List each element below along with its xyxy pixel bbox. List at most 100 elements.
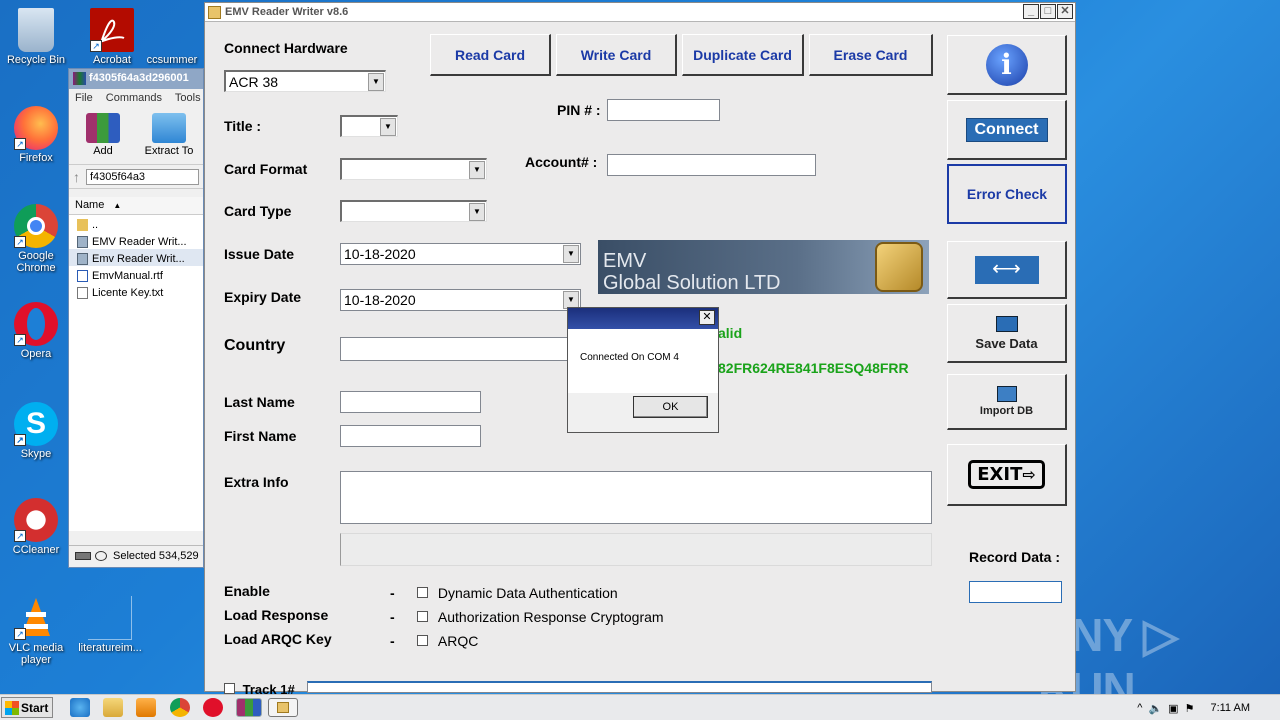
maximize-button[interactable]: □ [1040,4,1056,19]
record-data-input[interactable] [969,581,1062,603]
desktop-icon-opera[interactable]: ↗ Opera [0,302,72,360]
info-button[interactable]: i [947,35,1067,95]
error-check-button[interactable]: Error Check [947,164,1067,224]
dialog-close-button[interactable]: ✕ [699,310,715,325]
menu-commands[interactable]: Commands [106,92,162,104]
sort-up-icon: ▲ [113,201,122,210]
menu-tools[interactable]: Tools [175,92,201,104]
dialog-titlebar[interactable]: ✕ [568,308,718,329]
list-item[interactable]: Emv Reader Writ... [69,249,203,266]
hardware-selected-value: ACR 38 [229,74,279,90]
card-type-select[interactable]: ▼ [340,200,487,222]
emv-app-icon [208,6,221,19]
dda-checkbox-row[interactable]: Dynamic Data Authentication [417,585,618,601]
desktop-icon-firefox[interactable]: ↗ Firefox [0,106,72,164]
list-item[interactable]: Licente Key.txt [69,283,203,300]
folder-extract-icon [152,113,186,143]
opera-taskbar-icon[interactable] [203,698,223,717]
add-button[interactable]: Add [73,113,133,160]
desktop-icon-vlc[interactable]: ↗ VLC media player [0,596,72,666]
save-data-button[interactable]: Save Data [947,304,1067,363]
import-db-button[interactable]: Import DB [947,374,1067,430]
database-import-icon [996,386,1017,402]
column-header-name[interactable]: Name ▲ [69,197,203,215]
desktop-icon-ccsummer[interactable]: ccsummer [140,8,204,66]
erase-card-button[interactable]: Erase Card [809,34,933,76]
media-player-taskbar-icon[interactable] [136,698,156,717]
country-input[interactable] [340,337,570,361]
connect-button[interactable]: Connect [947,100,1067,160]
network-icon[interactable]: ▣ [1168,702,1178,715]
desktop-icon-recycle-bin[interactable]: Recycle Bin [0,8,72,66]
recycle-bin-icon [18,8,54,52]
usb-button[interactable]: ⟷ [947,241,1067,299]
ie-taskbar-icon[interactable] [70,698,90,717]
arqc-checkbox[interactable] [417,635,428,646]
hardware-select[interactable]: ACR 38 ▼ [224,70,386,92]
write-card-button[interactable]: Write Card [556,34,677,76]
dda-checkbox[interactable] [417,587,428,598]
first-name-input[interactable] [340,425,481,447]
enable-label: Enable [224,583,270,599]
read-card-label: Read Card [454,46,526,63]
clock[interactable]: 7:11 AM [1210,702,1250,714]
desktop-icon-chrome[interactable]: ↗ Google Chrome [0,204,72,274]
close-button[interactable]: ✕ [1057,4,1073,19]
title-select[interactable]: ▼ [340,115,398,137]
ok-button[interactable]: OK [633,396,708,418]
acrobat-icon: ↗ [90,8,134,52]
extract-to-button[interactable]: Extract To [139,113,199,160]
extra-info-label: Extra Info [224,474,289,490]
desktop-icon-ccleaner[interactable]: ↗ CCleaner [0,498,72,556]
desktop-icon-literature[interactable]: literatureim... [74,596,146,654]
erase-card-label: Erase Card [833,46,908,63]
account-input[interactable] [607,154,816,176]
speaker-icon[interactable]: 🔈 [1148,702,1162,715]
track1-input[interactable] [307,681,932,693]
arqc-checkbox-row[interactable]: ARQC [417,633,478,649]
arc-checkbox[interactable] [417,611,428,622]
up-arrow-icon[interactable]: ↑ [73,169,80,185]
emv-taskbar-icon[interactable] [268,698,298,717]
drive-icon [75,552,91,560]
list-item[interactable]: .. [69,215,203,232]
desktop-icon-skype[interactable]: S ↗ Skype [0,402,72,460]
exit-label: EXIT [977,464,1023,485]
expiry-date-picker[interactable]: 10-18-2020 ▼ [340,289,581,311]
winrar-menubar: File Commands Tools [69,89,203,109]
last-name-input[interactable] [340,391,481,413]
start-button[interactable]: Start [1,697,53,718]
title-label: Title : [224,118,262,134]
exit-button[interactable]: EXIT⇨ [947,444,1067,506]
info-icon: i [985,43,1028,86]
winrar-taskbar-icon[interactable] [236,698,262,717]
desktop-icon-acrobat[interactable]: ↗ Acrobat [76,8,148,66]
desktop-icon-label: Google Chrome [16,250,56,274]
pin-input[interactable] [607,99,720,121]
last-name-label: Last Name [224,394,295,410]
connect-label: Connect [965,117,1048,142]
list-item[interactable]: EmvManual.rtf [69,266,203,283]
read-card-button[interactable]: Read Card [430,34,551,76]
card-format-select[interactable]: ▼ [340,158,487,180]
flag-icon[interactable]: ⚑ [1185,702,1195,715]
exe-icon [77,252,88,265]
explorer-taskbar-icon[interactable] [103,698,123,717]
menu-file[interactable]: File [75,92,93,104]
winrar-titlebar[interactable]: f4305f64a3d296001 [69,69,203,89]
duplicate-card-button[interactable]: Duplicate Card [682,34,804,76]
list-item[interactable]: EMV Reader Writ... [69,232,203,249]
arc-checkbox-row[interactable]: Authorization Response Cryptogram [417,609,664,625]
chrome-taskbar-icon[interactable] [170,698,190,717]
validity-status: alid [718,325,743,341]
file-name: EMV Reader Writ... [92,235,187,248]
tray-expand-icon[interactable]: ^ [1137,702,1142,714]
start-label: Start [21,700,49,715]
track1-checkbox[interactable] [224,683,235,694]
minimize-button[interactable]: _ [1023,4,1039,19]
banner-line2: Global Solution LTD [603,272,781,294]
emv-titlebar[interactable]: EMV Reader Writer v8.6 _ □ ✕ [205,3,1075,22]
winrar-path-field[interactable]: f4305f64a3 [86,168,199,185]
issue-date-picker[interactable]: 10-18-2020 ▼ [340,243,581,265]
extra-info-input[interactable] [340,471,932,524]
